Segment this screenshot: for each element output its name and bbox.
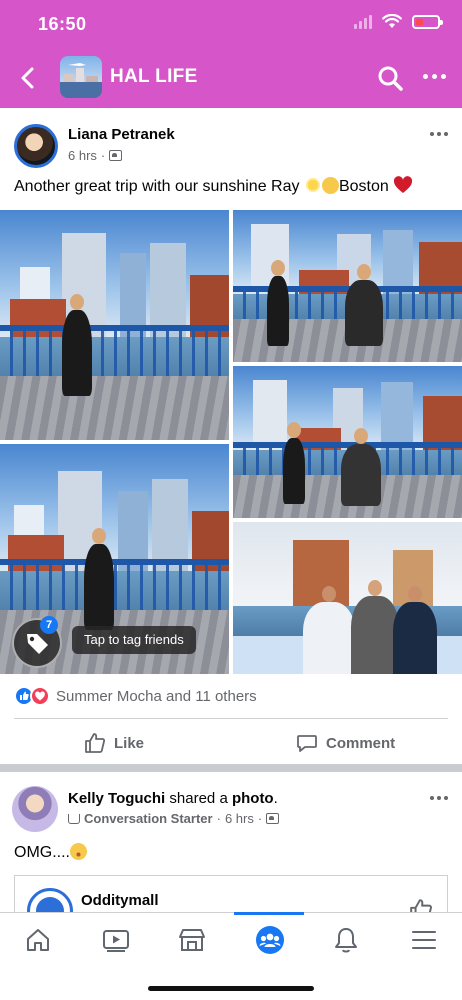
groups-icon	[256, 926, 284, 954]
nav-groups[interactable]	[250, 923, 290, 957]
tag-count-badge: 7	[40, 616, 58, 634]
tag-friends-tooltip[interactable]: Tap to tag friends	[72, 626, 196, 654]
cellular-signal-icon	[354, 14, 372, 29]
post-text-main: Another great trip with our sunshine Ray	[14, 178, 300, 195]
marketplace-icon	[179, 929, 205, 951]
comment-button[interactable]: Comment	[296, 728, 395, 758]
like-label: Like	[114, 734, 145, 752]
post-photo-3[interactable]	[233, 366, 462, 518]
shared-text: shared a	[169, 790, 228, 807]
love-reaction-icon	[30, 686, 50, 706]
post-time[interactable]: 6 hrs	[68, 148, 97, 163]
comment-label: Comment	[326, 734, 396, 752]
menu-icon	[412, 931, 436, 949]
smiling-face-emoji-icon	[321, 177, 339, 194]
battery-icon	[412, 14, 443, 29]
notifications-icon	[335, 928, 357, 953]
post-text: OMG....	[14, 843, 87, 862]
post-meta: Conversation Starter · 6 hrs ·	[68, 811, 280, 826]
coffee-cup-icon	[68, 813, 80, 824]
like-icon	[85, 733, 106, 753]
home-indicator[interactable]	[148, 986, 314, 991]
conversation-starter-badge[interactable]: Conversation Starter	[84, 811, 213, 826]
meta-separator: ·	[216, 811, 221, 826]
search-icon[interactable]	[376, 64, 404, 92]
post-photo-1[interactable]	[0, 210, 229, 440]
post-header: Liana Petranek 6 hrs ·	[0, 118, 462, 174]
group-header: 16:50 HAL LIFE	[0, 0, 462, 108]
divider	[14, 718, 448, 719]
wifi-icon	[382, 14, 402, 28]
shared-period: .	[273, 790, 278, 807]
home-icon	[27, 929, 49, 951]
status-time: 16:50	[38, 14, 87, 34]
back-icon[interactable]	[18, 66, 38, 90]
post-author-line: Kelly Toguchi shared a photo.	[68, 790, 278, 807]
meta-separator-2: ·	[257, 811, 263, 826]
post-photo-5[interactable]	[233, 522, 462, 674]
nav-video[interactable]	[96, 923, 136, 957]
post-author[interactable]: Kelly Toguchi	[68, 790, 165, 807]
post-photo-2[interactable]	[233, 210, 462, 362]
reaction-names[interactable]: Summer Mocha and 11 others	[56, 688, 257, 705]
shared-object-link[interactable]: photo	[232, 790, 274, 807]
avatar[interactable]	[12, 786, 58, 832]
app-bar: HAL LIFE	[0, 52, 462, 104]
like-button[interactable]: Like	[84, 728, 144, 758]
nav-marketplace[interactable]	[172, 923, 212, 957]
surprised-face-emoji-icon	[70, 843, 87, 860]
post-author[interactable]: Liana Petranek	[68, 126, 175, 143]
reaction-summary[interactable]: Summer Mocha and 11 others	[14, 686, 257, 706]
status-icons	[354, 14, 443, 29]
video-icon	[103, 930, 129, 952]
nav-home[interactable]	[18, 923, 58, 957]
nav-notifications[interactable]	[326, 923, 366, 957]
sun-emoji-icon	[303, 176, 322, 194]
post-text-main: OMG....	[14, 844, 70, 861]
post-meta: 6 hrs ·	[68, 148, 123, 163]
app-screen: 16:50 HAL LIFE Liana Petranek 6 hrs · An…	[0, 0, 462, 1000]
shared-page-name[interactable]: Odditymall	[81, 892, 159, 909]
group-cover-thumbnail[interactable]	[60, 56, 102, 98]
heart-emoji-icon	[394, 176, 413, 193]
post-options-icon[interactable]	[430, 132, 448, 136]
group-audience-icon	[266, 813, 280, 824]
group-title[interactable]: HAL LIFE	[110, 66, 198, 88]
group-audience-icon	[109, 150, 123, 161]
active-tab-indicator	[234, 912, 304, 915]
post-time[interactable]: 6 hrs	[225, 811, 254, 826]
post-text-place: Boston	[338, 178, 389, 195]
comment-icon	[297, 735, 317, 752]
post-text: Another great trip with our sunshine Ray…	[14, 176, 413, 196]
feed-separator	[0, 764, 462, 772]
nav-menu[interactable]	[404, 923, 444, 957]
avatar[interactable]	[14, 124, 58, 168]
more-options-icon[interactable]	[423, 74, 446, 79]
post-options-icon[interactable]	[430, 796, 448, 800]
meta-separator: ·	[100, 148, 106, 163]
